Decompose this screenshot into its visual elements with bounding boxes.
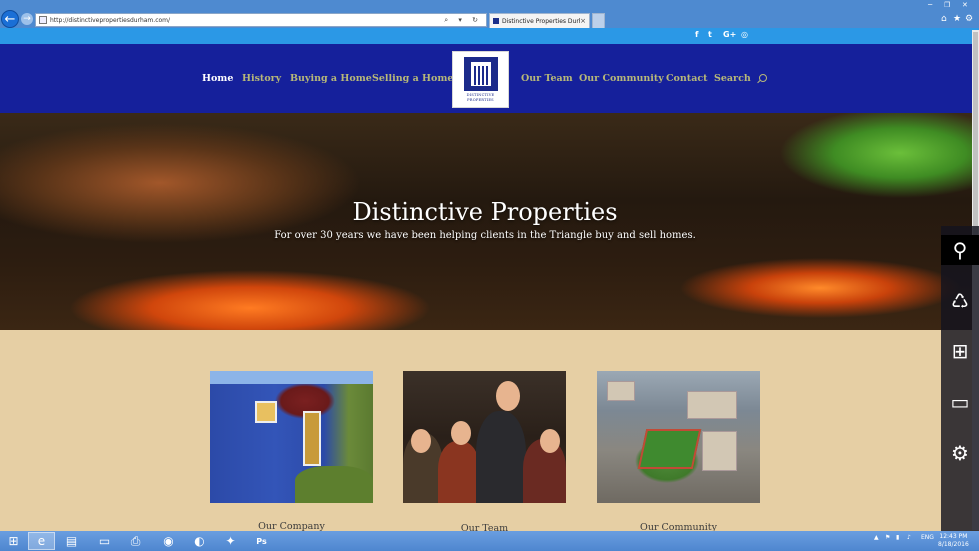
ballpark-shape — [637, 429, 702, 469]
clock-time: 12:43 PM — [939, 533, 968, 540]
rss-icon[interactable]: ◎ — [741, 30, 748, 39]
logo-text: DISTINCTIVE PROPERTIES — [467, 93, 495, 101]
taskbar: ⊞ e ▤ ▭ ⎙ ◉ ◐ ✦ Ps ▲ ⚑ ▮ ♪ ENG 12:43 PM … — [0, 531, 979, 551]
face-shape — [451, 421, 471, 445]
our-team-image[interactable] — [403, 371, 566, 503]
door-shape — [303, 411, 321, 466]
social-bar: f t G+ ◎ — [0, 28, 979, 44]
new-tab-button[interactable] — [592, 13, 605, 28]
start-charm-icon[interactable]: ⊞ — [941, 336, 979, 366]
volume-icon[interactable]: ♪ — [907, 534, 911, 541]
maximize-icon[interactable]: ❐ — [944, 1, 950, 9]
person-shape — [476, 411, 526, 503]
nav-contact[interactable]: Contact — [666, 73, 708, 84]
forward-button[interactable]: → — [21, 13, 33, 25]
hero-title: Distinctive Properties — [352, 198, 618, 226]
browser-tab[interactable]: Distinctive Properties Durha... × — [489, 13, 590, 28]
tab-favicon-icon — [493, 18, 499, 24]
printer-icon[interactable]: ⎙ — [122, 532, 149, 550]
action-center-icon[interactable]: ⚑ — [885, 534, 890, 541]
tab-title: Distinctive Properties Durha... — [502, 17, 580, 25]
home-icon[interactable]: ⌂ — [941, 14, 947, 24]
facebook-icon[interactable]: f — [695, 30, 698, 39]
nav-home[interactable]: Home — [202, 73, 233, 84]
system-clock[interactable]: 12:43 PM 8/18/2016 — [938, 533, 969, 549]
close-window-icon[interactable]: ✕ — [962, 1, 968, 9]
settings-icon[interactable]: ⚙ — [965, 14, 973, 24]
logo-line2: PROPERTIES — [467, 97, 494, 102]
tab-close-icon[interactable]: × — [580, 17, 589, 25]
url-text[interactable]: http://distinctivepropertiesdurham.com/ — [50, 17, 444, 24]
site-logo[interactable]: DISTINCTIVE PROPERTIES — [452, 51, 509, 108]
nav-our-community[interactable]: Our Community — [579, 73, 664, 84]
address-actions-icon[interactable]: ⌕ ▾ ↻ — [444, 16, 486, 25]
building-shape — [702, 431, 737, 471]
our-company-image[interactable] — [210, 371, 373, 503]
our-community-image[interactable] — [597, 371, 760, 503]
ie-icon[interactable]: e — [28, 532, 55, 550]
share-charm-icon[interactable]: ♺ — [941, 286, 979, 316]
language-indicator[interactable]: ENG — [921, 534, 934, 541]
favorites-icon[interactable]: ★ — [953, 14, 961, 24]
page-icon — [39, 16, 47, 24]
nav-history[interactable]: History — [242, 73, 281, 84]
browser-chrome: ← → http://distinctivepropertiesdurham.c… — [0, 0, 979, 28]
nav-buying-a-home[interactable]: Buying a Home — [290, 73, 372, 84]
search-charm-icon[interactable]: ⚲ — [941, 235, 979, 265]
address-bar[interactable]: http://distinctivepropertiesdurham.com/ … — [35, 13, 487, 27]
devices-charm-icon[interactable]: ▭ — [941, 387, 979, 417]
bush-shape — [295, 466, 373, 503]
google-plus-icon[interactable]: G+ — [723, 30, 736, 39]
screen: ← → http://distinctivepropertiesdurham.c… — [0, 0, 979, 551]
window-shape — [255, 401, 277, 423]
network-app-icon[interactable]: ✦ — [217, 532, 244, 550]
clock-date: 8/18/2016 — [938, 541, 969, 548]
hero-subtitle: For over 30 years we have been helping c… — [274, 230, 696, 241]
face-shape — [540, 429, 560, 453]
nav-search[interactable]: Search — [714, 73, 751, 84]
photoshop-icon[interactable]: Ps — [248, 532, 275, 550]
file-explorer-icon[interactable]: ▭ — [91, 532, 118, 550]
face-shape — [411, 429, 431, 453]
tray-expand-icon[interactable]: ▲ — [874, 534, 879, 541]
settings-charm-icon[interactable]: ⚙ — [941, 438, 979, 468]
person-shape — [438, 441, 480, 503]
charms-bar: ⚲ ♺ ⊞ ▭ ⚙ — [941, 226, 979, 531]
firefox-icon[interactable]: ◐ — [186, 532, 213, 550]
back-button[interactable]: ← — [1, 10, 19, 28]
nav-selling-a-home[interactable]: Selling a Home — [372, 73, 453, 84]
face-shape — [496, 381, 520, 411]
nav-our-team[interactable]: Our Team — [521, 73, 573, 84]
network-icon[interactable]: ▮ — [896, 534, 899, 541]
twitter-icon[interactable]: t — [708, 30, 712, 39]
building-shape — [607, 381, 635, 401]
minimize-icon[interactable]: ─ — [928, 1, 932, 9]
task-view-icon[interactable]: ▤ — [58, 532, 85, 550]
search-icon[interactable] — [759, 74, 767, 82]
column-logo-icon — [463, 57, 498, 92]
building-shape — [687, 391, 737, 419]
chrome-icon[interactable]: ◉ — [155, 532, 182, 550]
logo-line1: DISTINCTIVE — [466, 93, 495, 98]
start-icon[interactable]: ⊞ — [0, 532, 27, 550]
